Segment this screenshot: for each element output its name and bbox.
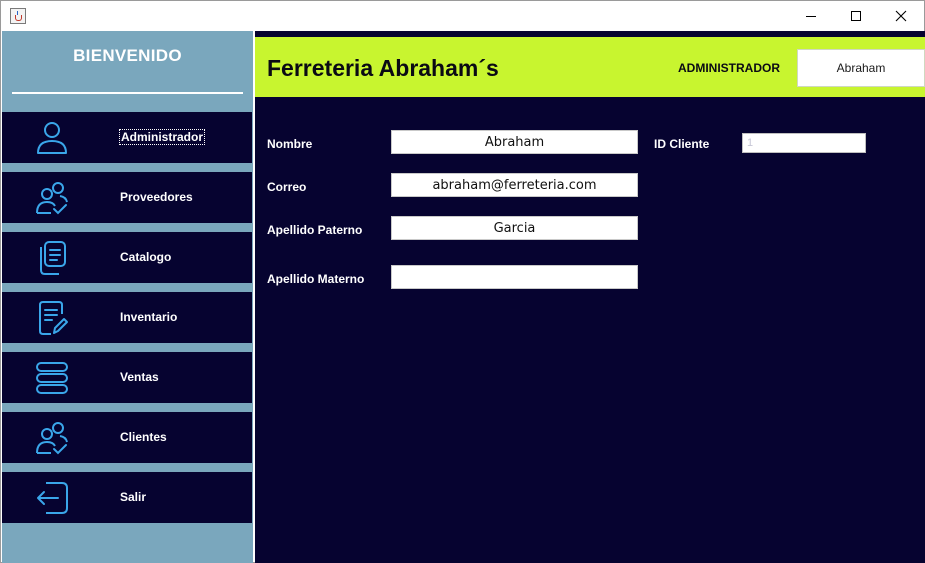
sidebar-item-label: Catalogo [120,250,172,264]
sidebar-item-catalogo[interactable]: Catalogo [2,232,252,283]
correo-label: Correo [267,180,307,194]
sidebar-item-clientes[interactable]: Clientes [2,412,252,463]
id-cliente-label: ID Cliente [654,137,710,151]
user-icon [37,122,67,154]
welcome-heading: BIENVENIDO [73,46,182,65]
sidebar-item-label: Salir [120,490,147,504]
nombre-label: Nombre [267,137,313,151]
minimize-button[interactable] [788,1,834,31]
maximize-button[interactable] [833,1,879,31]
welcome-divider [12,92,243,94]
sidebar: BIENVENIDO Administrador Proveedores Cat… [2,31,253,563]
page-title: Ferreteria Abraham´s [267,55,499,81]
sidebar-item-administrador[interactable]: Administrador [2,112,252,163]
sidebar-item-label: Inventario [120,310,178,324]
users-check-icon [36,182,68,215]
apellido-paterno-field[interactable]: Garcia [391,216,638,240]
apellido-materno-field[interactable] [391,265,638,289]
maximize-icon [851,11,861,21]
close-button[interactable] [878,1,924,31]
role-label: ADMINISTRADOR [678,61,780,75]
sidebar-item-label: Proveedores [120,190,193,204]
correo-field[interactable]: abraham@ferreteria.com [391,173,638,197]
sidebar-item-label: Clientes [120,430,167,444]
sidebar-item-proveedores[interactable]: Proveedores [2,172,252,223]
title-bar [1,1,924,31]
nombre-field[interactable]: Abraham [391,130,638,154]
sidebar-item-inventario[interactable]: Inventario [2,292,252,343]
user-name-field[interactable]: Abraham [797,49,925,87]
sidebar-item-ventas[interactable]: Ventas [2,352,252,403]
copy-document-icon [40,241,66,275]
apellido-paterno-label: Apellido Paterno [267,223,363,237]
header-bar: Ferreteria Abraham´s ADMINISTRADOR Abrah… [255,37,925,97]
main-panel: Ferreteria Abraham´s ADMINISTRADOR Abrah… [255,31,925,563]
close-icon [895,10,907,22]
stack-list-icon [36,362,68,394]
sidebar-item-label: Ventas [120,370,159,384]
users-check-icon [36,422,68,455]
apellido-materno-label: Apellido Materno [267,272,365,286]
java-cup-icon [10,8,26,24]
document-edit-icon [39,301,68,335]
sidebar-item-salir[interactable]: Salir [2,472,252,523]
app-window: BIENVENIDO Administrador Proveedores Cat… [0,0,925,563]
minimize-icon [806,15,816,17]
sidebar-item-label: Administrador [119,129,206,145]
logout-icon [37,482,68,514]
id-cliente-field[interactable]: 1 [742,133,866,153]
